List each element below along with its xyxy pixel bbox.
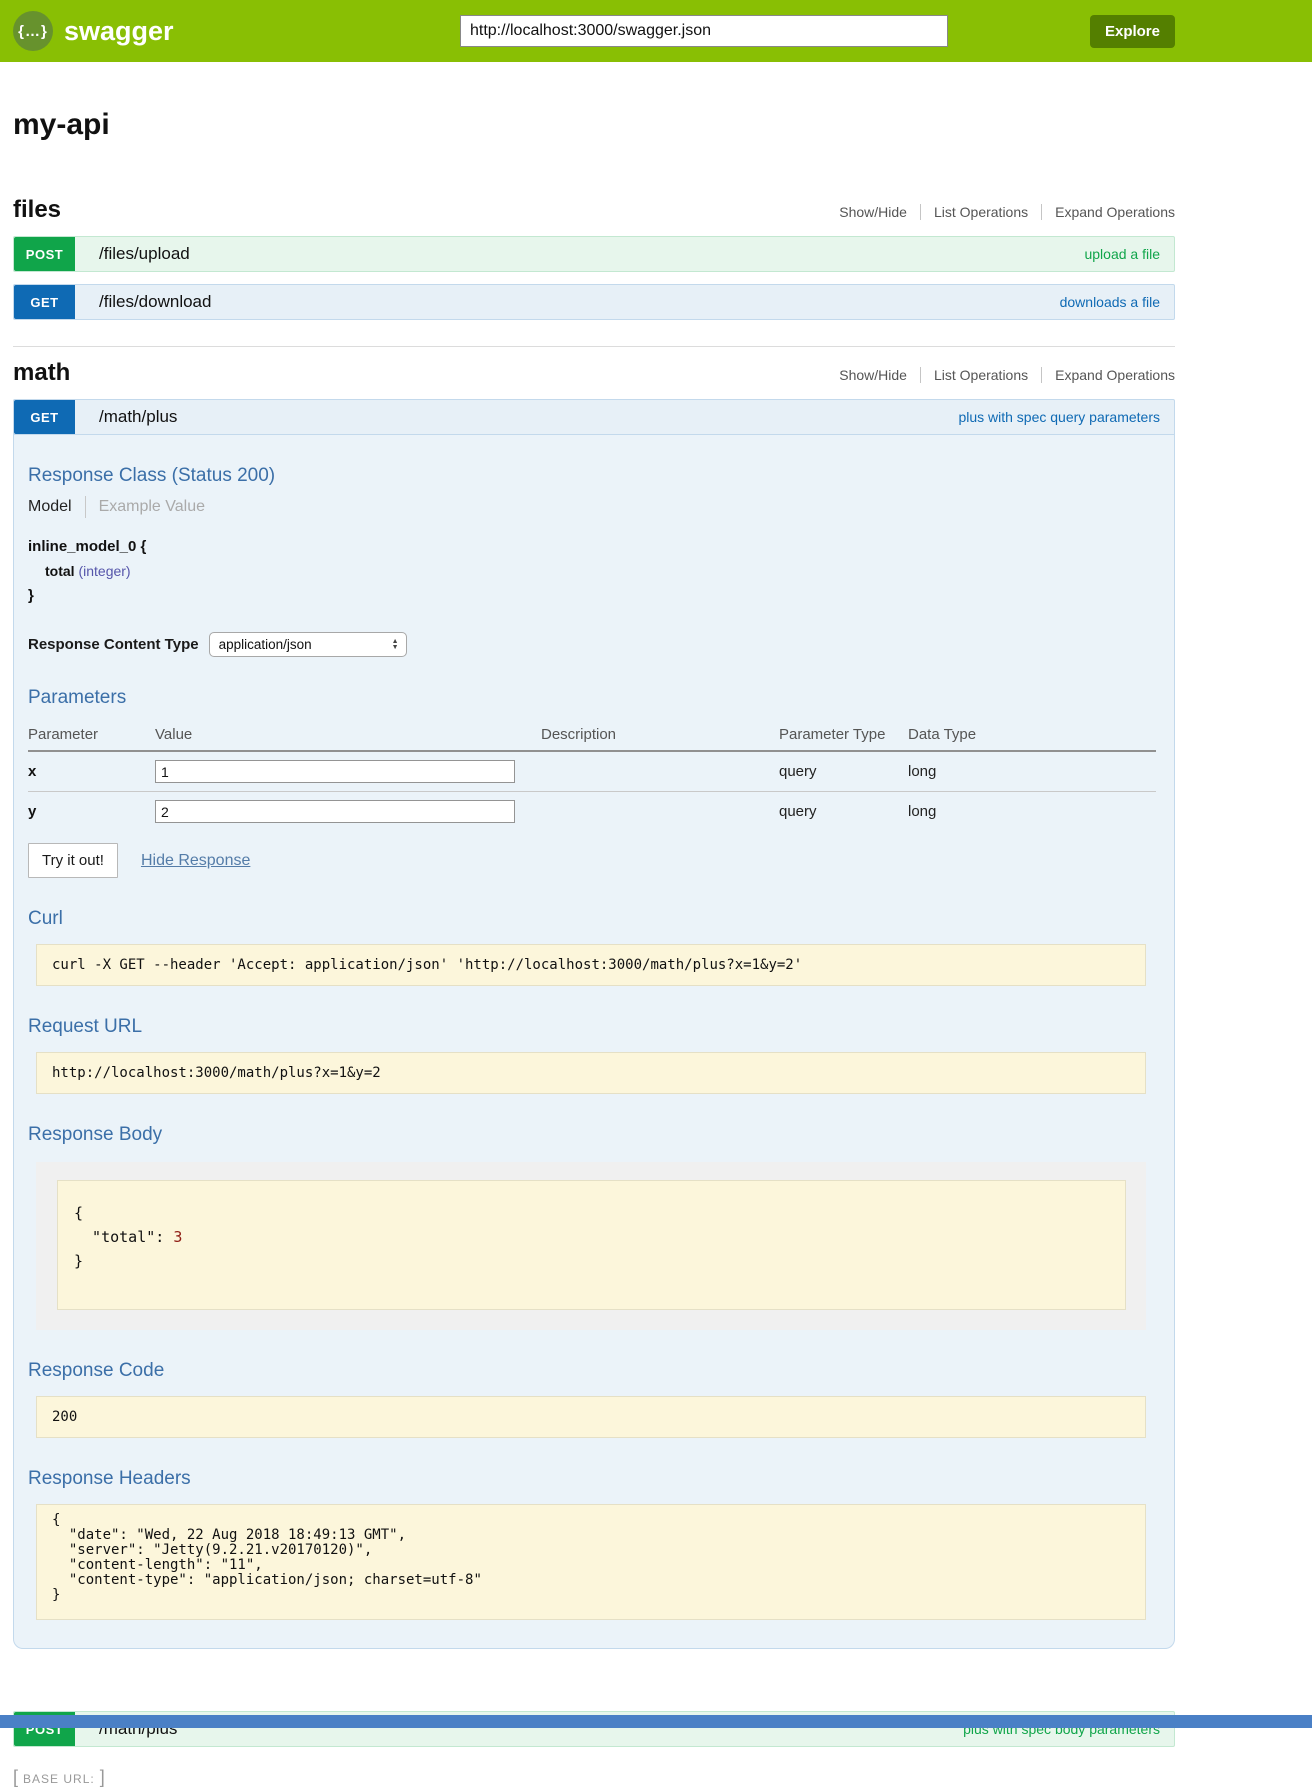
operation-get-math-plus: GET /math/plus plus with spec query para…	[13, 399, 1175, 1649]
bracket-left: [	[13, 1767, 23, 1787]
json-key: "total":	[74, 1228, 173, 1246]
select-arrows-icon: ▲▼	[392, 639, 399, 651]
files-section-header: files Show/Hide List Operations Expand O…	[13, 196, 1175, 224]
model-property-name: total	[45, 563, 75, 579]
curl-command-block: curl -X GET --header 'Accept: applicatio…	[36, 944, 1146, 986]
operation-detail-panel: Response Class (Status 200) Model Exampl…	[13, 435, 1175, 1649]
param-y-value-input[interactable]	[155, 800, 515, 823]
param-row-y: y query long	[28, 792, 1156, 831]
expand-operations-link[interactable]: Expand Operations	[1041, 367, 1175, 383]
param-type: query	[779, 755, 908, 788]
model-close-brace: }	[28, 587, 1156, 604]
tab-example-value[interactable]: Example Value	[99, 498, 205, 516]
method-badge-get[interactable]: GET	[14, 400, 75, 434]
parameters-table-header: Parameter Value Description Parameter Ty…	[28, 721, 1156, 752]
model-open-brace: inline_model_0 {	[28, 538, 1156, 555]
response-body-heading: Response Body	[28, 1124, 1156, 1146]
top-header-bar: {…} swagger Explore	[0, 0, 1312, 62]
tab-separator	[85, 496, 86, 518]
show-hide-link[interactable]: Show/Hide	[826, 204, 920, 220]
json-open-brace: {	[74, 1204, 83, 1222]
model-signature: inline_model_0 { total (integer) }	[28, 538, 1156, 604]
request-url-heading: Request URL	[28, 1016, 1156, 1038]
math-section-header: math Show/Hide List Operations Expand Op…	[13, 359, 1175, 387]
response-body-json: { "total": 3 }	[57, 1180, 1126, 1310]
response-class-heading: Response Class (Status 200)	[28, 465, 1156, 487]
col-description: Description	[541, 721, 779, 750]
expand-operations-link[interactable]: Expand Operations	[1041, 204, 1175, 220]
section-divider	[13, 346, 1175, 347]
response-content-type-row: Response Content Type application/json ▲…	[28, 632, 1156, 657]
tab-model[interactable]: Model	[28, 498, 72, 516]
math-section-title: math	[13, 359, 70, 387]
col-parameter-type: Parameter Type	[779, 721, 908, 750]
param-description	[541, 764, 779, 780]
operation-summary[interactable]: downloads a file	[1060, 294, 1160, 310]
request-url-block: http://localhost:3000/math/plus?x=1&y=2	[36, 1052, 1146, 1094]
response-code-block: 200	[36, 1396, 1146, 1438]
response-content-type-label: Response Content Type	[28, 636, 199, 653]
list-operations-link[interactable]: List Operations	[920, 367, 1041, 383]
operation-row-post-files-upload[interactable]: POST /files/upload upload a file	[13, 236, 1175, 272]
math-section-controls: Show/Hide List Operations Expand Operati…	[826, 367, 1175, 383]
param-x-value-input[interactable]	[155, 760, 515, 783]
model-property-type: (integer)	[78, 563, 130, 579]
base-url-label: BASE URL:	[23, 1772, 95, 1786]
spec-url-input[interactable]	[460, 15, 948, 47]
param-name: x	[28, 755, 155, 788]
try-it-out-button[interactable]: Try it out!	[28, 843, 118, 878]
bottom-blue-bar	[0, 1715, 1312, 1728]
response-headers-block: { "date": "Wed, 22 Aug 2018 18:49:13 GMT…	[36, 1504, 1146, 1620]
bracket-right: ]	[95, 1767, 105, 1787]
show-hide-link[interactable]: Show/Hide	[826, 367, 920, 383]
operation-row-get-math-plus[interactable]: GET /math/plus plus with spec query para…	[13, 399, 1175, 435]
json-close-brace: }	[74, 1252, 83, 1270]
base-url-footer: [ BASE URL: ]	[13, 1767, 1175, 1788]
param-name: y	[28, 795, 155, 828]
param-data-type: long	[908, 755, 1156, 788]
response-code-heading: Response Code	[28, 1360, 1156, 1382]
response-headers-heading: Response Headers	[28, 1468, 1156, 1490]
curl-heading: Curl	[28, 908, 1156, 930]
explore-button[interactable]: Explore	[1090, 15, 1175, 48]
operation-summary[interactable]: plus with spec query parameters	[958, 409, 1160, 425]
logo-glyph: {…}	[18, 23, 48, 40]
page-title: my-api	[13, 108, 1175, 142]
method-badge-get[interactable]: GET	[14, 285, 75, 319]
param-data-type: long	[908, 795, 1156, 828]
operation-row-get-files-download[interactable]: GET /files/download downloads a file	[13, 284, 1175, 320]
col-data-type: Data Type	[908, 721, 1156, 750]
json-number-value: 3	[173, 1228, 182, 1246]
operation-path[interactable]: /math/plus	[99, 407, 177, 427]
response-body-wrapper: { "total": 3 }	[36, 1162, 1146, 1330]
swagger-logo-icon: {…}	[13, 11, 53, 51]
operation-summary[interactable]: upload a file	[1084, 246, 1160, 262]
hide-response-link[interactable]: Hide Response	[141, 852, 250, 870]
param-description	[541, 804, 779, 820]
brand-title: swagger	[64, 16, 174, 47]
model-tabs: Model Example Value	[28, 496, 1156, 518]
col-value: Value	[155, 721, 541, 750]
param-type: query	[779, 795, 908, 828]
response-content-type-select[interactable]: application/json ▲▼	[209, 632, 407, 657]
files-section-controls: Show/Hide List Operations Expand Operati…	[826, 204, 1175, 220]
param-row-x: x query long	[28, 752, 1156, 792]
selected-content-type: application/json	[219, 637, 312, 652]
parameters-heading: Parameters	[28, 687, 1156, 709]
files-section-title: files	[13, 196, 61, 224]
operation-path[interactable]: /files/download	[99, 292, 211, 312]
list-operations-link[interactable]: List Operations	[920, 204, 1041, 220]
col-parameter: Parameter	[28, 721, 155, 750]
method-badge-post[interactable]: POST	[14, 237, 75, 271]
operation-path[interactable]: /files/upload	[99, 244, 190, 264]
